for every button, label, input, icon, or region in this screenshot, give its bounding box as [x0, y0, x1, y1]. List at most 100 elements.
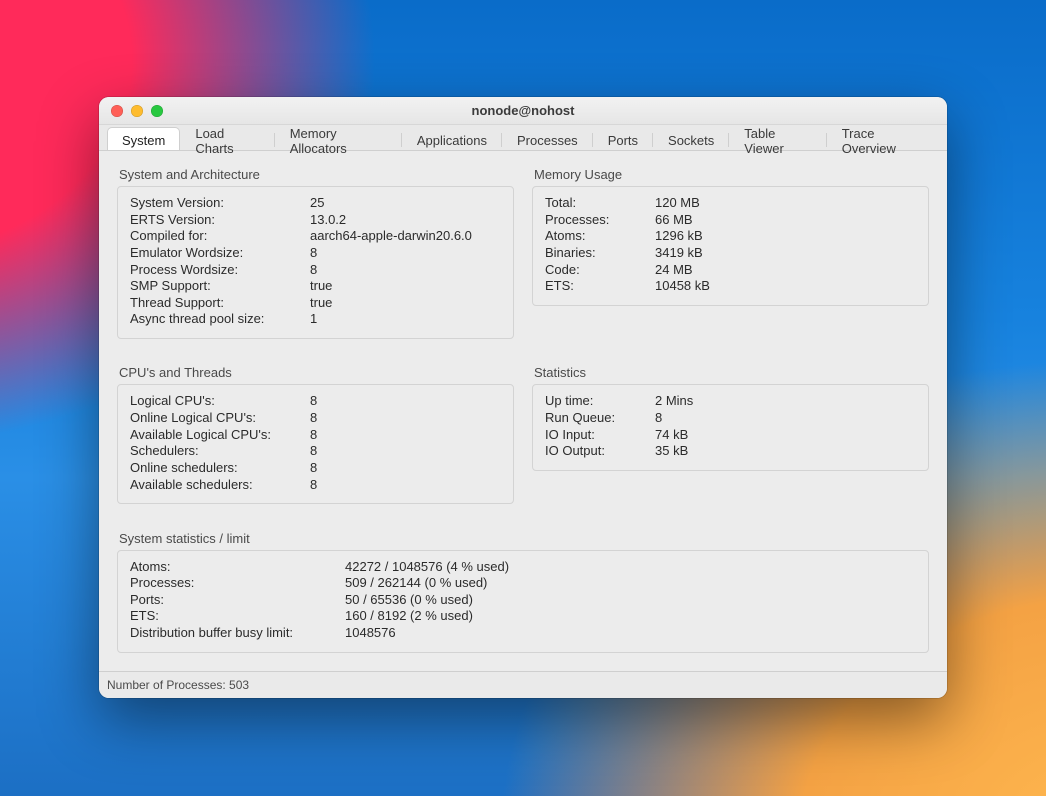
tab-memory-allocators[interactable]: Memory Allocators: [275, 127, 402, 150]
content-area: System and Architecture System Version: 2…: [99, 151, 947, 671]
kv-key: System Version:: [130, 195, 310, 212]
kv-value: 8: [310, 443, 501, 460]
group-system-limits: System statistics / limit Atoms:42272 / …: [117, 531, 929, 662]
kv-key: SMP Support:: [130, 278, 310, 295]
kv-key: Emulator Wordsize:: [130, 245, 310, 262]
kv-value: 8: [310, 245, 501, 262]
group-memory-usage: Memory Usage Total:120 MB Processes:66 M…: [532, 167, 929, 347]
kv-key: Ports:: [130, 592, 345, 609]
group-heading: System statistics / limit: [119, 531, 929, 546]
tab-trace-overview[interactable]: Trace Overview: [827, 127, 939, 150]
minimize-icon[interactable]: [131, 105, 143, 117]
group-box: Up time:2 Mins Run Queue:8 IO Input:74 k…: [532, 384, 929, 471]
kv-value: 509 / 262144 (0 % used): [345, 575, 916, 592]
kv-key: Thread Support:: [130, 295, 310, 312]
group-cpus-threads: CPU's and Threads Logical CPU's:8 Online…: [117, 365, 514, 512]
kv-value: 3419 kB: [655, 245, 916, 262]
tab-system[interactable]: System: [107, 127, 180, 150]
group-heading: Statistics: [534, 365, 929, 380]
group-heading: Memory Usage: [534, 167, 929, 182]
kv-value: 1: [310, 311, 501, 328]
kv-key: Run Queue:: [545, 410, 655, 427]
kv-key: Code:: [545, 262, 655, 279]
tab-label: Ports: [608, 133, 638, 148]
kv-value: 8: [310, 410, 501, 427]
kv-key: Available Logical CPU's:: [130, 427, 310, 444]
kv-key: Processes:: [545, 212, 655, 229]
kv-key: Atoms:: [545, 228, 655, 245]
kv-key: Process Wordsize:: [130, 262, 310, 279]
tab-applications[interactable]: Applications: [402, 127, 502, 150]
tab-label: Table Viewer: [744, 126, 811, 156]
kv-value: 35 kB: [655, 443, 916, 460]
kv-key: Online schedulers:: [130, 460, 310, 477]
tab-ports[interactable]: Ports: [593, 127, 653, 150]
kv-list: Total:120 MB Processes:66 MB Atoms:1296 …: [545, 195, 916, 295]
kv-key: Schedulers:: [130, 443, 310, 460]
tab-label: Memory Allocators: [290, 126, 387, 156]
kv-value: 8: [310, 393, 501, 410]
tab-label: Trace Overview: [842, 126, 924, 156]
kv-list: Atoms:42272 / 1048576 (4 % used) Process…: [130, 559, 916, 642]
tab-table-viewer[interactable]: Table Viewer: [729, 127, 826, 150]
tab-sockets[interactable]: Sockets: [653, 127, 729, 150]
window-title: nonode@nohost: [99, 103, 947, 118]
kv-value: 1296 kB: [655, 228, 916, 245]
desktop-background: nonode@nohost System Load Charts Memory …: [0, 0, 1046, 796]
kv-key: Available schedulers:: [130, 477, 310, 494]
tab-label: Sockets: [668, 133, 714, 148]
kv-value: 42272 / 1048576 (4 % used): [345, 559, 916, 576]
kv-list: Logical CPU's:8 Online Logical CPU's:8 A…: [130, 393, 501, 493]
kv-key: ERTS Version:: [130, 212, 310, 229]
status-bar: Number of Processes: 503: [99, 671, 947, 698]
kv-list: Up time:2 Mins Run Queue:8 IO Input:74 k…: [545, 393, 916, 460]
group-box: Atoms:42272 / 1048576 (4 % used) Process…: [117, 550, 929, 653]
kv-value: 50 / 65536 (0 % used): [345, 592, 916, 609]
group-statistics: Statistics Up time:2 Mins Run Queue:8 IO…: [532, 365, 929, 512]
kv-key: ETS:: [545, 278, 655, 295]
kv-value: 1048576: [345, 625, 916, 642]
observer-window: nonode@nohost System Load Charts Memory …: [99, 97, 947, 698]
kv-value: 8: [310, 262, 501, 279]
group-box: Total:120 MB Processes:66 MB Atoms:1296 …: [532, 186, 929, 306]
kv-value: 8: [655, 410, 916, 427]
kv-value: 10458 kB: [655, 278, 916, 295]
kv-key: Atoms:: [130, 559, 345, 576]
kv-value: 120 MB: [655, 195, 916, 212]
group-heading: System and Architecture: [119, 167, 514, 182]
kv-value: 66 MB: [655, 212, 916, 229]
kv-key: Online Logical CPU's:: [130, 410, 310, 427]
group-system-architecture: System and Architecture System Version:2…: [117, 167, 514, 347]
tab-load-charts[interactable]: Load Charts: [180, 127, 274, 150]
kv-key: ETS:: [130, 608, 345, 625]
kv-value: aarch64-apple-darwin20.6.0: [310, 228, 501, 245]
zoom-icon[interactable]: [151, 105, 163, 117]
kv-key: Compiled for:: [130, 228, 310, 245]
tab-processes[interactable]: Processes: [502, 127, 593, 150]
kv-key: Logical CPU's:: [130, 393, 310, 410]
kv-key: Binaries:: [545, 245, 655, 262]
kv-value: 8: [310, 427, 501, 444]
tab-label: Processes: [517, 133, 578, 148]
kv-value: true: [310, 295, 501, 312]
kv-value: 8: [310, 460, 501, 477]
kv-value: 2 Mins: [655, 393, 916, 410]
kv-value: 24 MB: [655, 262, 916, 279]
kv-key: Up time:: [545, 393, 655, 410]
group-box: System Version:25 ERTS Version:13.0.2 Co…: [117, 186, 514, 339]
tab-label: Applications: [417, 133, 487, 148]
group-box: Logical CPU's:8 Online Logical CPU's:8 A…: [117, 384, 514, 504]
kv-value: 160 / 8192 (2 % used): [345, 608, 916, 625]
kv-value: 13.0.2: [310, 212, 501, 229]
kv-value: true: [310, 278, 501, 295]
kv-key: IO Output:: [545, 443, 655, 460]
kv-key: Async thread pool size:: [130, 311, 310, 328]
kv-value: 74 kB: [655, 427, 916, 444]
kv-value: 8: [310, 477, 501, 494]
group-heading: CPU's and Threads: [119, 365, 514, 380]
close-icon[interactable]: [111, 105, 123, 117]
kv-key: Total:: [545, 195, 655, 212]
tabbar: System Load Charts Memory Allocators App…: [99, 125, 947, 151]
tab-label: Load Charts: [195, 126, 259, 156]
window-controls: [111, 105, 163, 117]
